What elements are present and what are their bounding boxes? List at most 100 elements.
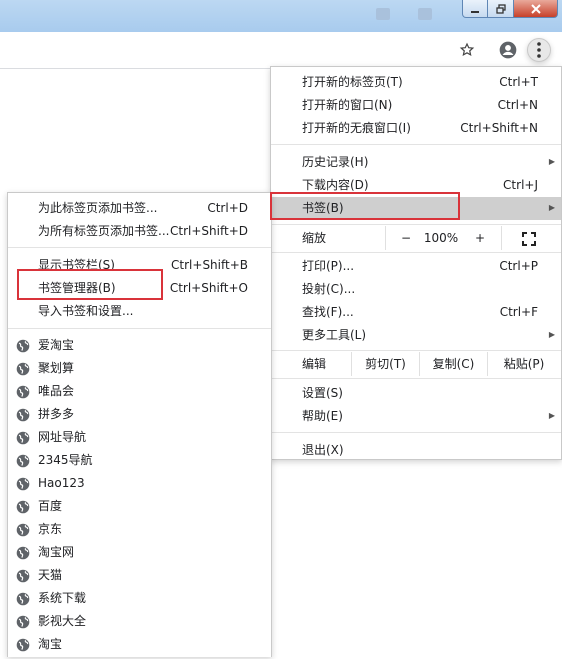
bookmark-item[interactable]: 淘宝 — [8, 633, 271, 655]
globe-icon — [16, 568, 30, 583]
bookmark-item[interactable]: 聚划算 — [8, 357, 271, 379]
menu-item-find[interactable]: 查找(F)... Ctrl+F — [271, 301, 561, 323]
window-controls — [462, 0, 558, 18]
bookmark-item[interactable]: 爱淘宝 — [8, 334, 271, 356]
bookmark-item[interactable]: 天猫 — [8, 564, 271, 586]
menu-item-shortcut: Ctrl+N — [497, 98, 538, 112]
bookmark-item[interactable]: 京东 — [8, 518, 271, 540]
globe-icon — [16, 499, 30, 514]
globe-icon — [16, 384, 30, 399]
bookmark-label: 影视大全 — [38, 614, 87, 628]
menu-item-new-tab[interactable]: 打开新的标签页(T) Ctrl+T — [271, 71, 561, 93]
menu-item-label: 退出(X) — [302, 443, 344, 457]
bookmark-label: 淘宝 — [38, 637, 63, 651]
bookmark-label: 京东 — [38, 522, 63, 536]
menu-item-label: 为所有标签页添加书签... — [38, 224, 170, 238]
fullscreen-icon — [522, 232, 536, 246]
bookmark-item[interactable]: 影视大全 — [8, 610, 271, 632]
menu-item-new-window[interactable]: 打开新的窗口(N) Ctrl+N — [271, 94, 561, 116]
menu-item-settings[interactable]: 设置(S) — [271, 382, 561, 404]
close-icon — [530, 3, 541, 14]
cut-button[interactable]: 剪切(T) — [352, 352, 419, 376]
menu-item-shortcut: Ctrl+Shift+B — [171, 258, 248, 272]
menu-item-label: 打开新的标签页(T) — [302, 75, 403, 89]
copy-button[interactable]: 复制(C) — [420, 352, 487, 376]
globe-icon — [16, 430, 30, 445]
menu-separator — [271, 144, 561, 145]
menu-item-label: 为此标签页添加书签... — [38, 201, 158, 215]
menu-item-history[interactable]: 历史记录(H) ▶ — [271, 151, 561, 173]
menu-separator — [271, 350, 561, 351]
bookmarks-submenu: 为此标签页添加书签... Ctrl+D 为所有标签页添加书签... Ctrl+S… — [7, 192, 272, 657]
bookmark-label: 系统下载 — [38, 591, 87, 605]
bookmark-item[interactable]: 网址导航 — [8, 426, 271, 448]
bookmark-label: Hao123 — [38, 476, 85, 490]
menu-item-shortcut: Ctrl+Shift+N — [460, 121, 538, 135]
paste-button[interactable]: 粘贴(P) — [488, 352, 560, 376]
bookmark-label: 天猫 — [38, 568, 63, 582]
bookmark-item[interactable]: 拼多多 — [8, 403, 271, 425]
bookmark-item[interactable]: Hao123 — [8, 472, 271, 494]
bookmark-item[interactable]: 百度 — [8, 495, 271, 517]
menu-item-label: 导入书签和设置... — [38, 304, 134, 318]
highlight-box-bookmark-manager — [17, 269, 163, 300]
menu-item-label: 投射(C)... — [302, 282, 356, 296]
submenu-arrow-icon: ▶ — [548, 330, 555, 339]
bookmark-item[interactable]: 淘宝网 — [8, 541, 271, 563]
bookmark-label: 淘宝网 — [38, 545, 75, 559]
bookmark-label: 拼多多 — [38, 407, 75, 421]
menu-item-print[interactable]: 打印(P)... Ctrl+P — [271, 255, 561, 277]
main-menu-button[interactable] — [527, 38, 551, 62]
menu-item-shortcut: Ctrl+Shift+D — [170, 224, 248, 238]
bookmark-star-button[interactable] — [455, 38, 479, 62]
blurred-title-icon — [376, 8, 390, 20]
globe-icon — [16, 361, 30, 376]
zoom-in-button[interactable]: + — [467, 226, 493, 250]
menu-dots-icon — [537, 42, 541, 58]
bookmark-item[interactable]: 2345导航 — [8, 449, 271, 471]
submenu-arrow-icon: ▶ — [548, 411, 555, 420]
menu-item-label: 打开新的窗口(N) — [302, 98, 393, 112]
globe-icon — [16, 407, 30, 422]
menu-item-shortcut: Ctrl+J — [503, 178, 538, 192]
zoom-out-button[interactable]: − — [393, 226, 419, 250]
star-icon — [459, 42, 475, 57]
menu-item-bookmark-all-tabs[interactable]: 为所有标签页添加书签... Ctrl+Shift+D — [8, 220, 271, 242]
menu-item-label: 打印(P)... — [302, 259, 355, 273]
globe-icon — [16, 522, 30, 537]
menu-item-exit[interactable]: 退出(X) — [271, 439, 561, 461]
browser-toolbar — [0, 32, 562, 69]
menu-item-cast[interactable]: 投射(C)... — [271, 278, 561, 300]
menu-separator — [8, 328, 271, 329]
menu-separator — [271, 252, 561, 253]
bookmark-label: 唯品会 — [38, 384, 75, 398]
menu-item-label: 历史记录(H) — [302, 155, 369, 169]
close-button[interactable] — [514, 0, 558, 18]
menu-item-more-tools[interactable]: 更多工具(L) ▶ — [271, 324, 561, 346]
fullscreen-button[interactable] — [522, 231, 536, 253]
menu-item-bookmark-this-tab[interactable]: 为此标签页添加书签... Ctrl+D — [8, 197, 271, 219]
menu-separator — [271, 378, 561, 379]
zoom-divider — [385, 226, 386, 250]
minimize-button[interactable] — [462, 0, 488, 18]
bookmark-label: 百度 — [38, 499, 63, 513]
menu-item-help[interactable]: 帮助(E) ▶ — [271, 405, 561, 427]
bookmark-item[interactable]: 系统下载 — [8, 587, 271, 609]
globe-icon — [16, 338, 30, 353]
menu-item-label: 更多工具(L) — [302, 328, 367, 342]
menu-item-shortcut: Ctrl+P — [499, 259, 538, 273]
menu-item-shortcut: Ctrl+F — [499, 305, 538, 319]
menu-item-new-incognito[interactable]: 打开新的无痕窗口(I) Ctrl+Shift+N — [271, 117, 561, 139]
minimize-icon — [471, 10, 479, 13]
menu-item-import-bookmarks[interactable]: 导入书签和设置... — [8, 300, 271, 322]
restore-button[interactable] — [488, 0, 514, 18]
restore-icon — [495, 3, 506, 14]
menu-separator — [8, 247, 271, 248]
menu-item-label: 帮助(E) — [302, 409, 343, 423]
menu-item-label: 设置(S) — [302, 386, 343, 400]
browser-main-menu: 打开新的标签页(T) Ctrl+T 打开新的窗口(N) Ctrl+N 打开新的无… — [270, 66, 562, 460]
bookmark-label: 网址导航 — [38, 430, 87, 444]
bookmark-item[interactable]: 唯品会 — [8, 380, 271, 402]
profile-button[interactable] — [496, 38, 520, 62]
highlight-box-bookmarks — [270, 192, 460, 220]
